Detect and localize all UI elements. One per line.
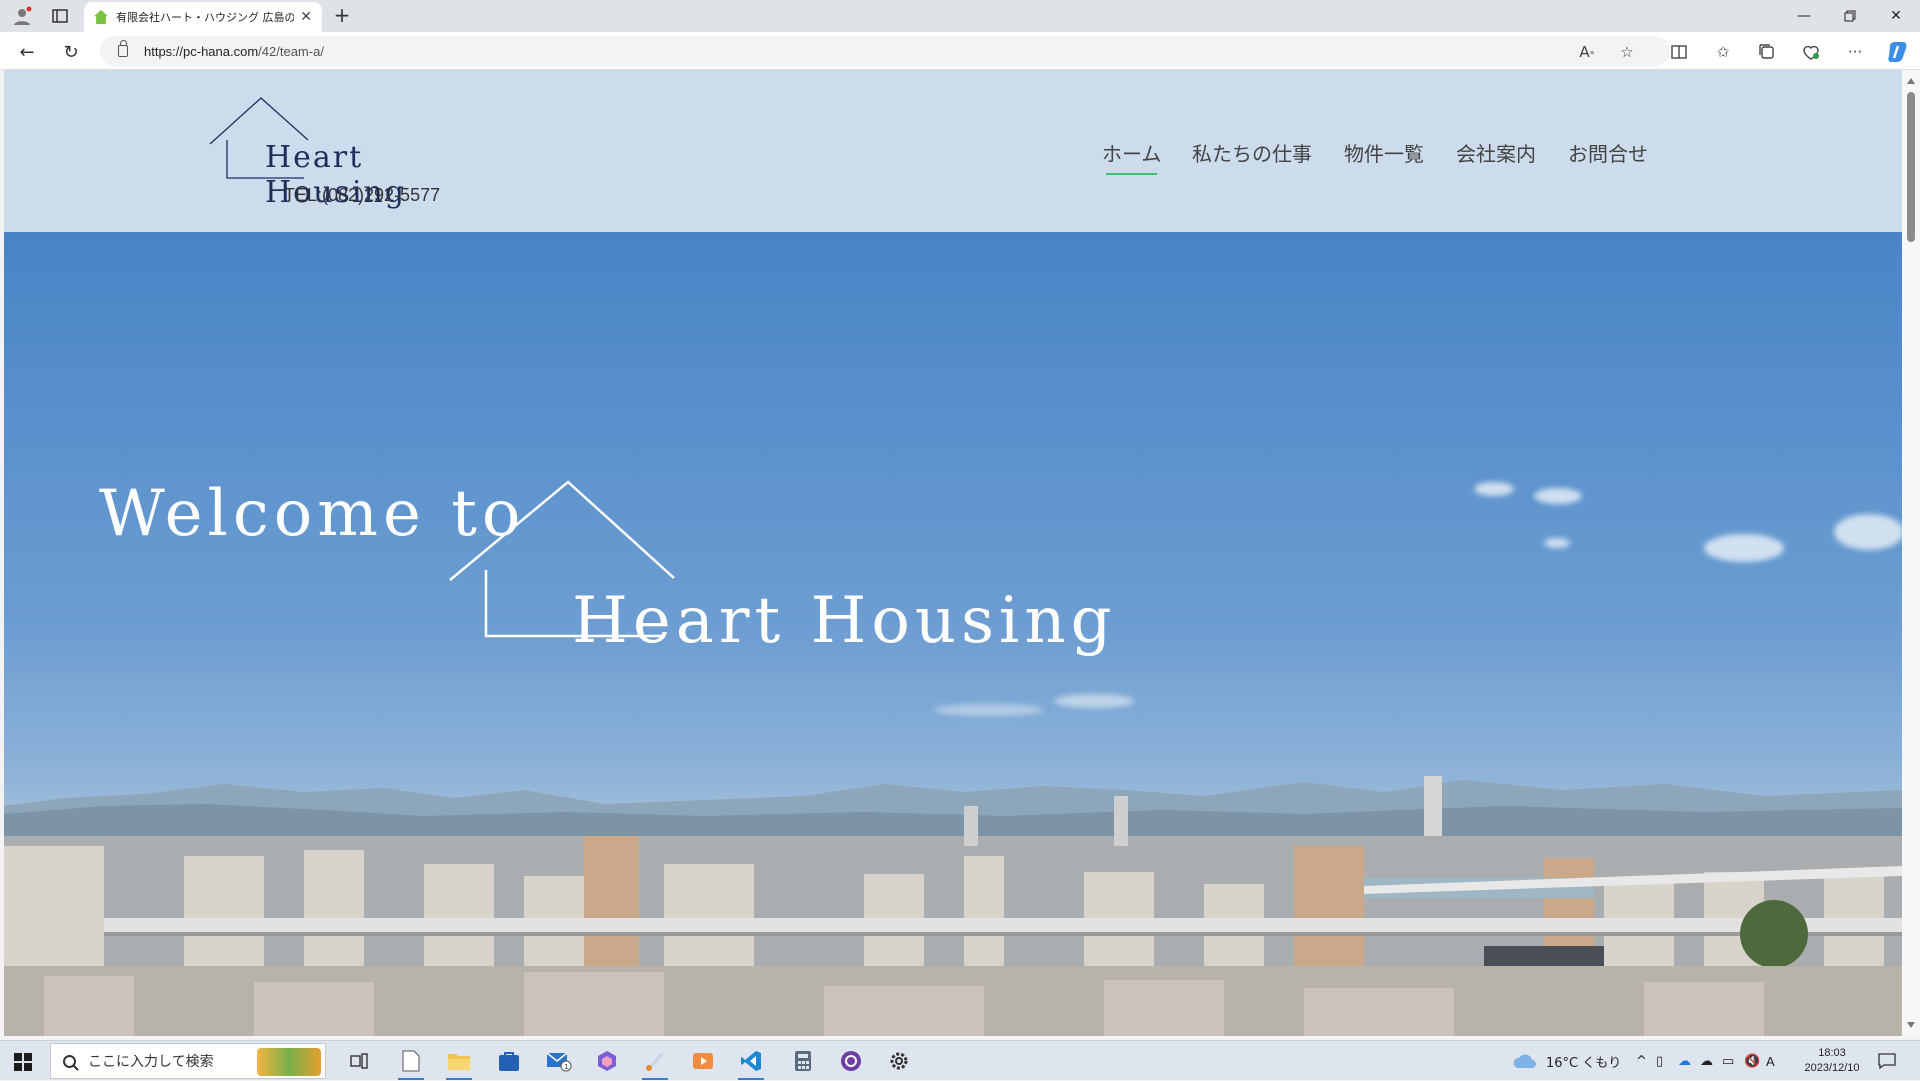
read-aloud-icon[interactable]: A» [1574,39,1600,65]
copilot-app-icon[interactable] [592,1046,622,1076]
tab-actions-icon[interactable] [48,4,72,28]
windows-start-icon[interactable] [14,1053,32,1071]
cloud [1534,488,1582,504]
favorites-icon[interactable]: ✩ [1710,39,1736,65]
github-desktop-icon[interactable] [836,1046,866,1076]
restore-button[interactable] [1828,0,1872,32]
weather-text: 16°C くもり [1546,1055,1622,1071]
new-tab-button[interactable]: + [330,4,354,28]
weather-widget[interactable]: 16°C くもり [1512,1041,1621,1081]
calculator-icon[interactable] [788,1046,818,1076]
browser-essentials-icon[interactable] [1798,39,1824,65]
windows-taskbar: ここに入力して検索 1 16°C くもり ^ ▯ ☁ ☁ ▭ 🔇 A 18:03… [0,1040,1920,1080]
taskbar-search-box[interactable]: ここに入力して検索 [50,1043,326,1079]
nav-item-our-work[interactable]: 私たちの仕事 [1192,138,1312,167]
cloud [1474,482,1514,496]
browser-tab-active[interactable]: 有限会社ハート・ハウジング 広島の ✕ [84,2,322,32]
mail-icon[interactable]: 1 [544,1046,574,1076]
scrollbar-thumb[interactable] [1907,92,1915,242]
settings-gear-icon[interactable] [884,1046,914,1076]
split-screen-icon[interactable] [1666,39,1692,65]
cloud [1834,514,1902,550]
profile-icon[interactable] [10,4,34,28]
notification-center-icon[interactable] [1872,1046,1902,1076]
onedrive-personal-icon[interactable]: ☁ [1700,1054,1722,1069]
copilot-icon[interactable] [1884,38,1912,66]
phone-number: TEL:(082)292-5577 [284,185,441,205]
browser-titlebar: 有限会社ハート・ハウジング 広島の ✕ + — ✕ [0,0,1920,32]
collections-icon[interactable] [1754,39,1780,65]
clock-time: 18:03 [1818,1047,1846,1059]
cloud [1704,534,1784,562]
site-logo[interactable]: Heart Housing TEL:(082)292-5577 [204,88,504,223]
tab-title: 有限会社ハート・ハウジング 広島の [116,11,295,24]
site-header: Heart Housing TEL:(082)292-5577 ホーム 私たちの… [4,70,1902,232]
clock-date: 2023/12/10 [1804,1062,1860,1074]
device-icon[interactable]: ▯ [1656,1054,1678,1069]
system-tray: ^ ▯ ☁ ☁ ▭ 🔇 A [1636,1041,1786,1081]
city-skyline-image [4,776,1902,1036]
microsoft-store-icon[interactable] [494,1046,524,1076]
nav-item-properties[interactable]: 物件一覧 [1344,138,1424,167]
lock-icon[interactable] [118,40,128,57]
search-icon [63,1054,76,1068]
vscode-icon[interactable] [736,1046,766,1080]
cloud [934,704,1044,716]
reload-button[interactable]: ↻ [58,39,84,65]
cloud [1544,538,1570,548]
network-icon[interactable]: ▭ [1722,1054,1744,1069]
task-view-icon[interactable] [344,1046,374,1076]
more-menu-icon[interactable]: ··· [1842,39,1868,65]
file-explorer-icon[interactable] [444,1046,474,1080]
system-clock[interactable]: 18:03 2023/12/10 [1800,1046,1864,1076]
page-scrollbar[interactable] [1902,70,1920,1036]
hero-banner: Welcome to Heart Housing [4,232,1902,1036]
browser-navbar: ← ↻ https://pc-hana.com/42/team-a/ A» ☆ … [0,32,1920,70]
back-button[interactable]: ← [14,39,40,65]
page-viewport: Heart Housing TEL:(082)292-5577 ホーム 私たちの… [4,70,1902,1036]
volume-muted-icon[interactable]: 🔇 [1744,1054,1766,1069]
search-highlight-image[interactable] [257,1048,321,1076]
site-favicon [94,10,108,24]
url-host: https://pc-hana.com [144,43,259,59]
scroll-up-arrow-icon[interactable] [1907,78,1915,84]
paint-icon[interactable] [640,1046,670,1080]
notepad-icon[interactable] [396,1046,426,1080]
show-hidden-icons-chevron-icon[interactable]: ^ [1636,1054,1656,1069]
close-window-button[interactable]: ✕ [1874,0,1918,32]
favorite-star-icon[interactable]: ☆ [1614,39,1640,65]
minimize-button[interactable]: — [1782,0,1826,32]
cloud [1054,694,1134,708]
url-path: /42/team-a/ [258,43,324,59]
nav-item-company[interactable]: 会社案内 [1456,138,1536,167]
media-player-icon[interactable] [688,1046,718,1076]
nav-item-contact[interactable]: お問合せ [1568,138,1648,167]
cloud-weather-icon [1513,1054,1536,1068]
ime-indicator[interactable]: A [1766,1054,1786,1069]
nav-item-home[interactable]: ホーム [1102,138,1161,175]
address-bar[interactable]: https://pc-hana.com/42/team-a/ [100,36,1670,66]
scroll-down-arrow-icon[interactable] [1907,1022,1915,1028]
onedrive-cloud-icon[interactable]: ☁ [1678,1054,1700,1069]
tab-close-icon[interactable]: ✕ [300,9,312,25]
hero-company-name: Heart Housing [572,584,1117,658]
search-placeholder: ここに入力して検索 [88,1054,214,1070]
svg-text:1: 1 [564,1063,568,1071]
